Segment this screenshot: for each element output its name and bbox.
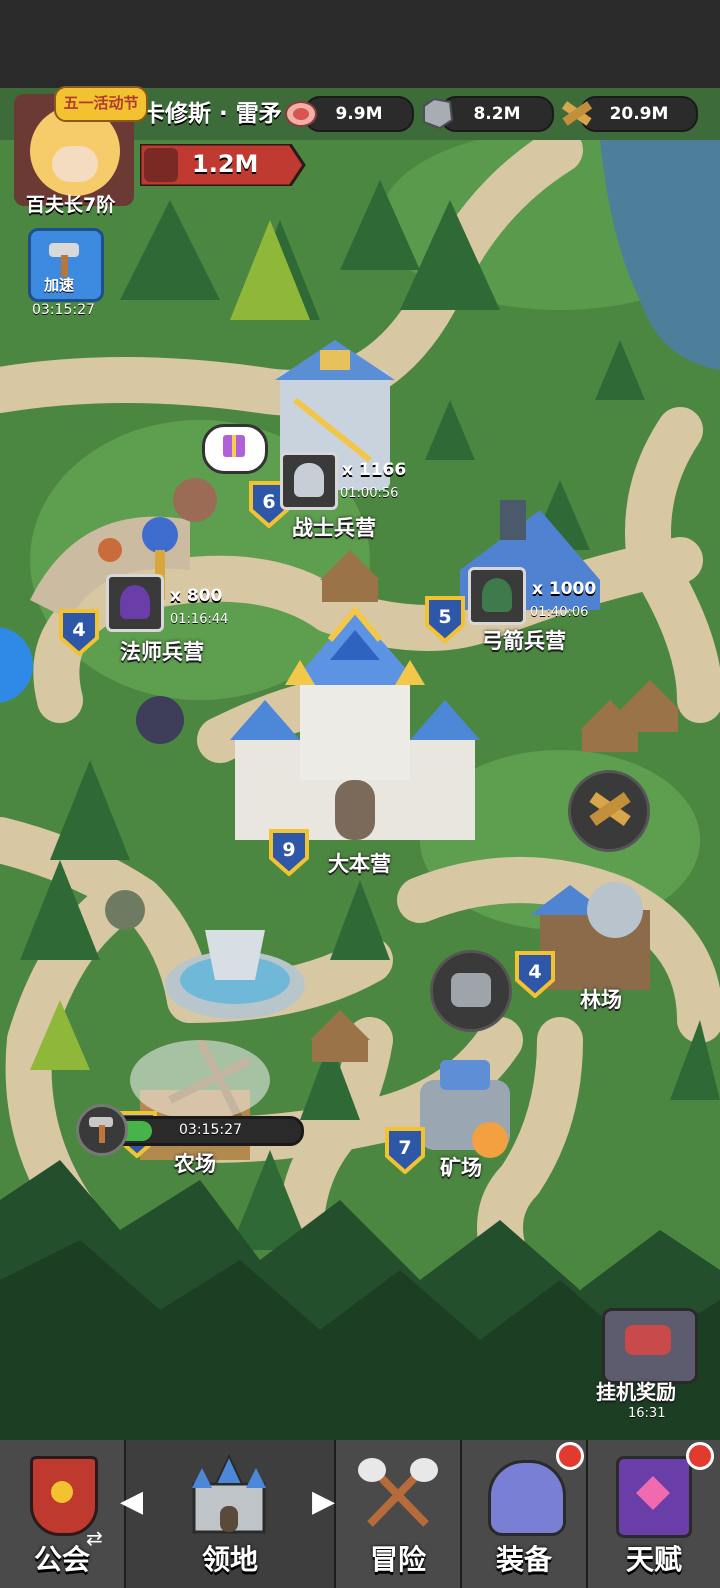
nav-label: 天赋 [625, 1543, 682, 1576]
building-name: 大本营 [328, 852, 391, 876]
hammer-icon [144, 148, 178, 182]
resource-value: 9.9M [304, 96, 414, 132]
crossed-axes-icon [358, 1454, 438, 1534]
meat-icon [284, 96, 318, 130]
resource-meat: 9.9M [284, 96, 414, 132]
nav-label: 冒险 [369, 1543, 426, 1576]
chevron-left-icon[interactable]: ◀ [120, 1484, 143, 1519]
nav-label: 装备 [495, 1543, 552, 1576]
helmet-icon [488, 1460, 566, 1536]
event-badge[interactable]: 五一活动节 [54, 86, 148, 122]
headquarters[interactable]: 9 大本营 [260, 820, 420, 900]
wood-icon [560, 96, 594, 130]
top-status-bar [0, 0, 720, 88]
nav-equipment[interactable]: 装备 [462, 1440, 588, 1588]
speedup-timer: 03:15:27 [32, 302, 95, 318]
troop-count: x 1166 [342, 460, 407, 480]
guild-banner-icon [30, 1456, 98, 1536]
rank-label: 百夫长7阶 [26, 194, 116, 216]
chevron-right-icon[interactable]: ▶ [312, 1484, 335, 1519]
level-badge: 7 [384, 1126, 426, 1175]
train-timer: 01:40:06 [530, 605, 589, 620]
level-badge: 5 [424, 595, 466, 644]
level-badge: 4 [514, 950, 556, 999]
lumber-camp[interactable]: 4 林场 [510, 940, 670, 1020]
building-name: 林场 [580, 988, 622, 1012]
troop-count: x 800 [170, 586, 223, 606]
speedup-label: 加速 [44, 276, 75, 294]
building-name: 矿场 [440, 1156, 482, 1180]
warrior-barracks[interactable]: 6 x 1166 01:00:56 战士兵营 [240, 440, 420, 550]
castle-icon [186, 1453, 272, 1534]
idle-reward-label: 挂机奖励 [596, 1380, 676, 1404]
resource-wood: 20.9M [560, 96, 700, 132]
farm-progress-bar: 03:15:27 [106, 1116, 304, 1146]
treasure-chest-icon [602, 1308, 698, 1384]
resource-stone: 8.2M [420, 96, 554, 132]
building-name: 农场 [174, 1152, 216, 1176]
mage-unit-portrait [106, 574, 164, 632]
archer-icon [482, 578, 512, 612]
speedup-button[interactable]: 加速 03:15:27 [24, 226, 104, 322]
train-timer: 01:16:44 [170, 612, 229, 627]
nav-guild[interactable]: ⇄ 公会 [0, 1440, 126, 1588]
idle-reward-button[interactable]: 挂机奖励 16:31 [596, 1308, 706, 1428]
mage-barracks[interactable]: 4 x 800 01:16:44 法师兵营 [50, 570, 250, 670]
building-name: 弓箭兵营 [482, 629, 566, 653]
knight-icon [294, 463, 324, 497]
warrior-unit-portrait [280, 452, 338, 510]
upgrade-timer: 03:15:27 [179, 1122, 242, 1138]
stone-icon [451, 973, 491, 1007]
nav-talent[interactable]: 天赋 [588, 1440, 720, 1588]
bottom-nav: ⇄ 公会 ◀ ▶ 领地 冒险 装备 天赋 [0, 1440, 720, 1588]
player-name: 卡修斯 · 雷矛 [142, 101, 282, 127]
wood-collect-bubble[interactable] [568, 770, 650, 852]
stone-collect-bubble[interactable] [430, 950, 512, 1032]
nav-label: 公会 [33, 1543, 90, 1576]
player-avatar[interactable]: 五一活动节 百夫长7阶 [4, 86, 148, 220]
idle-reward-timer: 16:31 [628, 1406, 666, 1421]
notification-dot [556, 1442, 584, 1470]
notification-dot [686, 1442, 714, 1470]
wizard-icon [120, 585, 150, 619]
troop-count: x 1000 [532, 579, 597, 599]
resource-value: 20.9M [580, 96, 698, 132]
nav-label: 领地 [201, 1543, 258, 1576]
archer-barracks[interactable]: 5 x 1000 01:40:06 弓箭兵营 [420, 565, 630, 665]
spellbook-icon [616, 1456, 692, 1538]
nav-territory[interactable]: ◀ ▶ 领地 [120, 1440, 336, 1588]
territory-map[interactable]: 6 x 1166 01:00:56 战士兵营 4 x 800 01:16:44 … [0, 140, 720, 1440]
train-timer: 01:00:56 [340, 486, 399, 501]
archer-unit-portrait [468, 567, 526, 625]
hammer-circle[interactable] [76, 1104, 128, 1156]
building-name: 法师兵营 [120, 640, 204, 664]
building-name: 战士兵营 [292, 516, 376, 540]
nav-adventure[interactable]: 冒险 [336, 1440, 462, 1588]
power-value: 1.2M [192, 150, 259, 178]
power-banner[interactable]: 1.2M [140, 144, 306, 186]
stone-icon [420, 96, 454, 130]
resource-value: 8.2M [440, 96, 554, 132]
farm[interactable]: 4 03:15:27 农场 [76, 1100, 306, 1190]
level-badge: 9 [268, 828, 310, 877]
mine[interactable]: 7 矿场 [378, 1116, 518, 1186]
level-badge: 4 [58, 608, 100, 657]
